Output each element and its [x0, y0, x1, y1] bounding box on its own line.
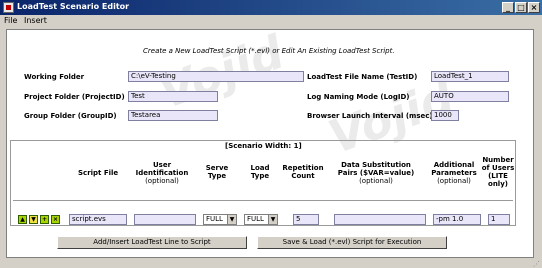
file-name-label: LoadTest File Name (TestID)	[307, 73, 418, 81]
col-header-additional-optional: (optional)	[437, 177, 471, 185]
col-header-user-id: User Identification (optional)	[129, 161, 195, 185]
group-folder-label: Group Folder (GroupID)	[24, 112, 117, 120]
load-type-select[interactable]: FULL ▼	[244, 214, 278, 225]
col-header-user-id-optional: (optional)	[145, 177, 179, 185]
move-down-icon[interactable]: ▼	[29, 215, 38, 224]
col-header-additional-text: Additional Parameters	[431, 161, 477, 177]
log-naming-field[interactable]: AUTO	[431, 91, 509, 102]
col-header-repetition: Repetition Count	[282, 164, 324, 180]
minimize-button[interactable]: _	[502, 2, 514, 13]
col-header-serve-type: Serve Type	[205, 164, 229, 180]
log-naming-label: Log Naming Mode (LogID)	[307, 93, 410, 101]
add-row-icon[interactable]: +	[40, 215, 49, 224]
project-folder-label: Project Folder (ProjectID)	[24, 93, 125, 101]
status-bar: ⋰	[0, 260, 542, 268]
app-icon	[3, 2, 14, 13]
scenario-width-label: [Scenario Width: 1]	[225, 142, 302, 150]
serve-type-value: FULL	[206, 215, 223, 223]
col-header-additional: Additional Parameters (optional)	[429, 161, 479, 185]
col-header-load-type: Load Type	[250, 164, 270, 180]
browser-interval-field[interactable]: 1000	[431, 110, 459, 121]
data-sub-field[interactable]	[334, 214, 426, 225]
col-header-num-users: Number of Users (LITE only)	[481, 156, 515, 188]
chevron-down-icon: ▼	[268, 215, 277, 224]
repetition-field[interactable]: 5	[293, 214, 319, 225]
working-folder-field[interactable]: C:\eV-Testing	[128, 71, 304, 82]
group-folder-field[interactable]: Testarea	[128, 110, 218, 121]
num-users-field[interactable]: 1	[488, 214, 510, 225]
serve-type-select[interactable]: FULL ▼	[203, 214, 237, 225]
menu-insert[interactable]: Insert	[24, 16, 47, 25]
window-title: LoadTest Scenario Editor	[17, 2, 130, 11]
intro-text: Create a New LoadTest Script (*.evl) or …	[143, 47, 395, 55]
col-header-script-file: Script File	[78, 169, 119, 177]
title-bar: LoadTest Scenario Editor _ □ ×	[0, 0, 542, 15]
working-folder-label: Working Folder	[24, 73, 85, 81]
user-id-field[interactable]	[134, 214, 196, 225]
load-type-value: FULL	[247, 215, 264, 223]
menu-file[interactable]: File	[4, 16, 17, 25]
chevron-down-icon: ▼	[227, 215, 236, 224]
close-button[interactable]: ×	[528, 2, 540, 13]
additional-field[interactable]: -pm 1.0	[433, 214, 481, 225]
add-line-button[interactable]: Add/Insert LoadTest Line to Script	[57, 236, 247, 249]
resize-grip-icon[interactable]: ⋰	[533, 260, 540, 268]
maximize-button[interactable]: □	[515, 2, 527, 13]
browser-interval-label: Browser Launch Interval (msec)	[307, 112, 433, 120]
col-header-data-sub: Data Substitution Pairs ($VAR=value) (op…	[335, 161, 417, 185]
col-header-data-sub-text: Data Substitution Pairs ($VAR=value)	[337, 161, 415, 177]
project-folder-field[interactable]: Test	[128, 91, 218, 102]
delete-row-icon[interactable]: ×	[51, 215, 60, 224]
move-up-icon[interactable]: ▲	[18, 215, 27, 224]
col-header-user-id-text: User Identification	[135, 161, 189, 177]
save-load-button[interactable]: Save & Load (*.evl) Script for Execution	[257, 236, 447, 249]
file-name-field[interactable]: LoadTest_1	[431, 71, 509, 82]
divider	[13, 200, 513, 201]
script-file-field[interactable]: script.evs	[69, 214, 127, 225]
col-header-data-sub-optional: (optional)	[359, 177, 393, 185]
